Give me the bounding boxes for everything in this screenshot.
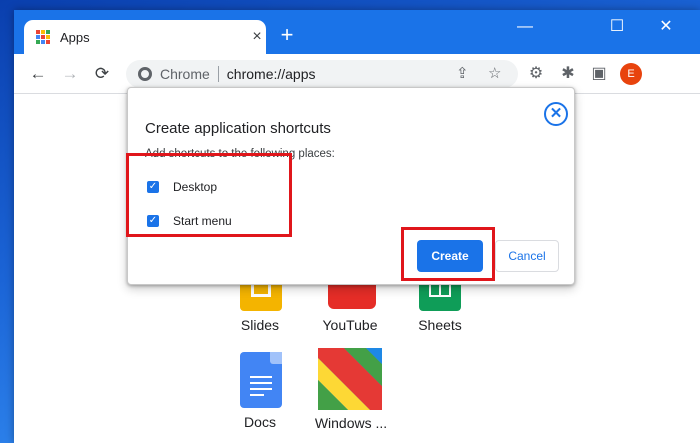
back-button[interactable]: ← — [28, 64, 48, 84]
tab-title: Apps — [60, 29, 90, 45]
url-text[interactable]: chrome://apps — [227, 66, 316, 82]
tab-close-icon[interactable]: × — [248, 28, 266, 46]
app-sheets[interactable]: Sheets — [404, 283, 476, 335]
browser-window: Apps × + — ☐ ✕ ← → ⟳ Chrome chrome://app… — [14, 10, 700, 443]
chrome-icon — [138, 67, 152, 81]
cancel-button[interactable]: Cancel — [495, 240, 559, 272]
windows-app-icon — [318, 348, 382, 410]
dialog-close-icon[interactable]: ✕ — [544, 102, 568, 126]
extensions-icon[interactable]: ✱ — [559, 65, 577, 83]
dialog-title: Create application shortcuts — [145, 120, 331, 137]
maximize-button[interactable]: ☐ — [606, 18, 628, 36]
side-panel-icon[interactable]: ▣ — [590, 65, 608, 83]
app-label: Sheets — [418, 317, 462, 333]
site-label: Chrome — [160, 66, 210, 82]
title-bar: Apps × + — ☐ ✕ — [14, 10, 700, 54]
reload-button[interactable]: ⟳ — [92, 64, 112, 84]
bookmark-star-icon[interactable]: ☆ — [488, 64, 501, 82]
annotation-box-options — [126, 153, 292, 237]
app-label: Docs — [244, 414, 276, 430]
youtube-icon — [328, 283, 376, 309]
forward-button[interactable]: → — [60, 64, 80, 84]
tab-apps[interactable]: Apps × — [24, 20, 266, 54]
app-label: Slides — [240, 317, 280, 333]
new-tab-button[interactable]: + — [276, 24, 298, 46]
apps-page: Slides YouTube Sheets Docs Windows ... C… — [14, 87, 700, 443]
docs-icon — [240, 352, 282, 408]
annotation-box-create — [401, 227, 495, 281]
omnibox-divider — [217, 66, 219, 82]
app-windows[interactable]: Windows ... — [306, 348, 396, 432]
app-youtube[interactable]: YouTube — [310, 283, 390, 335]
app-label: Windows ... — [314, 415, 388, 431]
slides-icon — [240, 283, 282, 311]
sheets-icon — [419, 283, 461, 311]
settings-gear-icon[interactable]: ⚙ — [527, 65, 545, 83]
address-bar[interactable]: Chrome chrome://apps ⇪ ☆ — [126, 60, 518, 88]
apps-grid-icon — [36, 30, 50, 44]
app-docs[interactable]: Docs — [224, 352, 296, 432]
close-window-button[interactable]: ✕ — [655, 18, 677, 36]
profile-avatar[interactable]: E — [620, 63, 642, 85]
share-icon[interactable]: ⇪ — [456, 64, 469, 82]
app-slides[interactable]: Slides — [224, 283, 296, 335]
minimize-button[interactable]: — — [514, 18, 536, 36]
app-label: YouTube — [322, 317, 378, 333]
